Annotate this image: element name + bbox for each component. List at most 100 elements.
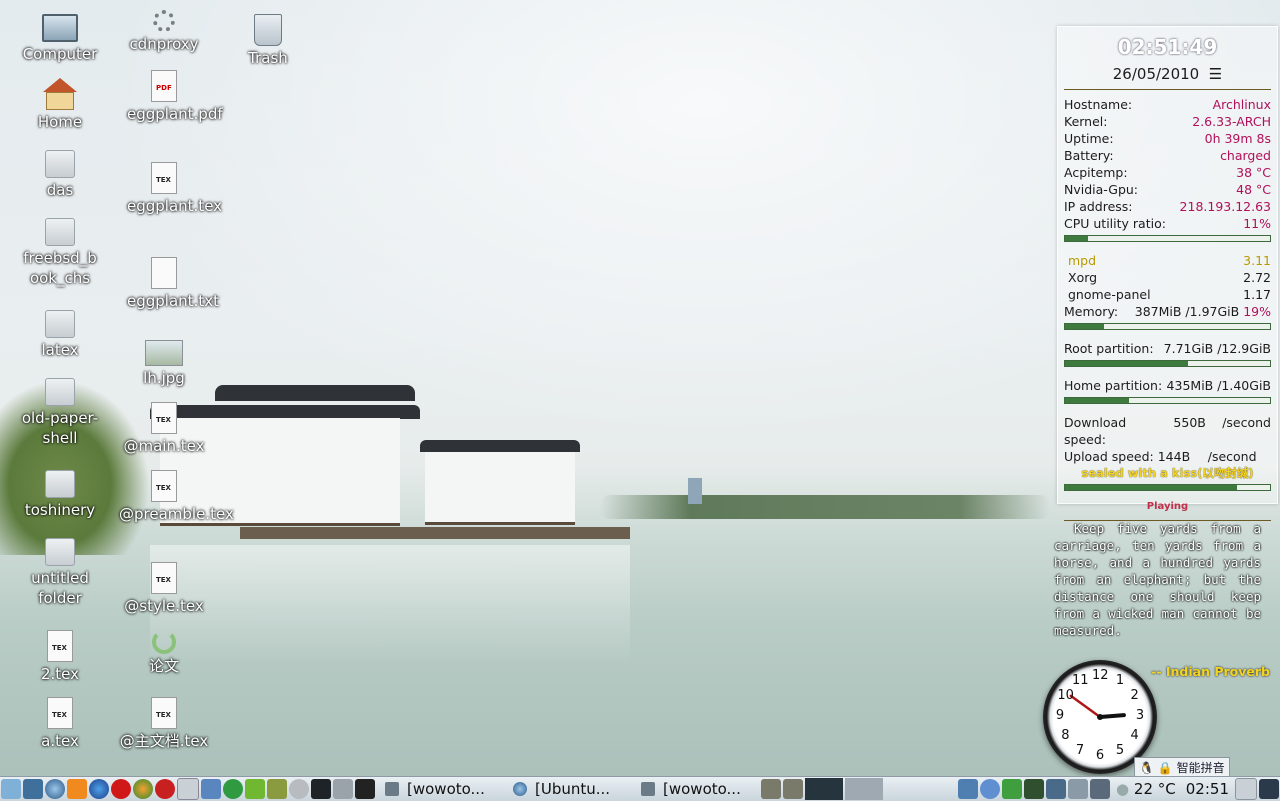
desktop-icon-home[interactable]: Home [10,78,110,132]
desktop-icon-toshinery[interactable]: toshinery [10,470,110,520]
books-icon[interactable] [267,779,287,799]
desktop-icon-label: freebsd_book_chs [23,249,97,287]
system-tray: ● 22 °C 02:51 [957,778,1280,800]
update-icon[interactable] [1046,779,1067,799]
clock-number: 6 [1095,748,1105,763]
image-file-icon [145,340,183,366]
messenger-icon[interactable] [223,779,243,799]
desktop-icon-lunwen[interactable]: 论文 [114,630,214,676]
tex-editor-icon[interactable] [177,778,199,800]
unit: /second [1207,449,1257,464]
wallpaper-reflection [150,545,630,665]
desktop-icon-label: @主文档.tex [119,732,209,750]
player-status: Playing [1146,501,1189,512]
editor-icon[interactable] [201,779,221,799]
taskbar-task[interactable]: [wowoto... [635,778,757,800]
taskbar-task[interactable]: [Ubuntu... [507,778,629,800]
chat-icon[interactable] [155,779,175,799]
temperature-value: 22 °C [1133,780,1176,798]
desktop-icon-eggplant-txt[interactable]: eggplant.txt [114,257,219,311]
label: Acpitemp: [1064,165,1128,180]
disc-icon[interactable] [289,779,309,799]
desktop-icon-eggplant-tex[interactable]: TEX eggplant.tex [114,162,222,216]
desktop-icon-label: a.tex [41,732,79,750]
refresh-icon [152,630,176,654]
desktop-icon-preamble-tex[interactable]: TEX @preamble.tex [114,470,234,524]
desktop-icon-lh-jpg[interactable]: lh.jpg [114,340,214,388]
ip-value: 218.193.12.63 [1179,199,1271,214]
taskbar-clock[interactable]: 02:51 [1181,780,1234,798]
desktop-icon-latex[interactable]: latex [10,310,110,360]
desktop-icon-cdnproxy[interactable]: cdnproxy [114,10,214,54]
tex-file-icon: TEX [151,697,177,729]
conky-time: 02:51:49 [1117,35,1218,59]
applications-menu-icon[interactable] [1,779,21,799]
globe-icon [513,782,527,796]
desktop-icon-label: untitled folder [31,569,89,607]
browser-icon[interactable] [45,779,65,799]
pen-icon[interactable] [1024,779,1045,799]
show-desktop-icon[interactable] [23,779,43,799]
tex-file-icon: TEX [151,402,177,434]
desktop-icon-style-tex[interactable]: TEX @style.tex [114,562,214,616]
desktop-icon-untitled-folder[interactable]: untitled folder [10,538,110,608]
taskbar: [wowoto... [Ubuntu... [wowoto... ● 22 °C… [0,776,1280,801]
label: CPU utility ratio: [1064,216,1166,231]
workspace-2[interactable] [845,778,883,800]
text-file-icon [151,257,177,289]
tex-file-icon: TEX [151,470,177,502]
memory-pct: 19% [1243,304,1271,319]
root-bar-fill [1065,361,1188,366]
desktop-icon-main-tex[interactable]: TEX @main.tex [114,402,214,456]
proc-value: 3.11 [1243,253,1271,268]
system-monitor-icon[interactable] [761,779,781,799]
wallpaper-roof-upper [215,385,415,401]
desktop-icon-old-paper-shell[interactable]: old-paper-shell [10,378,110,448]
volume-icon[interactable] [1090,779,1111,799]
show-desktop-icon[interactable] [1259,779,1279,799]
network-icon[interactable] [1002,779,1023,799]
wallpaper-building-2 [425,452,575,525]
tools-icon[interactable] [67,779,87,799]
terminal-icon[interactable] [311,779,331,799]
clock-number: 11 [1072,673,1089,689]
opera-icon[interactable] [111,779,131,799]
globe-icon[interactable] [89,779,109,799]
wallpaper-pier [240,527,630,539]
conky-cpu-row: CPU utility ratio: 11% [1058,215,1277,232]
wallpaper-far-shore [600,495,1050,519]
printer-icon[interactable] [333,779,353,799]
puzzle-icon[interactable] [958,779,979,799]
song-progress-bar [1064,484,1271,491]
clipboard-icon[interactable] [1068,779,1089,799]
proc-row: gnome-panel 1.17 [1058,286,1277,303]
taskbar-task[interactable]: [wowoto... [379,778,501,800]
mms-icon[interactable] [355,779,375,799]
desktop-icon-trash[interactable]: Trash [218,14,318,68]
uptime-value: 0h 39m 8s [1204,131,1271,146]
notes-icon[interactable] [245,779,265,799]
desktop-icon-2-tex[interactable]: TEX 2.tex [10,630,110,684]
desktop-icon-freebsd-book-chs[interactable]: freebsd_book_chs [10,218,110,288]
battery-value: charged [1220,148,1271,163]
tex-file-icon: TEX [47,697,73,729]
weather-temperature[interactable]: ● 22 °C [1111,780,1181,798]
firefox-icon[interactable] [133,779,153,799]
proc-value: 2.72 [1243,270,1271,285]
desktop-icon-computer[interactable]: Computer [10,14,110,64]
system-monitor-icon[interactable] [783,779,803,799]
workspace-1[interactable] [805,778,843,800]
desktop-icon-label: lh.jpg [143,369,185,387]
desktop-icon-label: old-paper-shell [21,409,99,447]
proc-row: Xorg 2.72 [1058,269,1277,286]
desktop-icon-label: Home [37,113,83,131]
user-icon[interactable] [980,779,1001,799]
conky-date-row: 26/05/2010 ☰ [1058,65,1277,83]
conky-battery-row: Battery: charged [1058,147,1277,164]
folder-icon [45,218,75,246]
trash-icon[interactable] [1235,778,1257,800]
desktop-icon-a-tex[interactable]: TEX a.tex [10,697,110,751]
desktop-icon-main-doc-tex[interactable]: TEX @主文档.tex [114,697,214,751]
desktop-icon-eggplant-pdf[interactable]: PDF eggplant.pdf [114,70,223,124]
desktop-icon-das[interactable]: das [10,150,110,200]
